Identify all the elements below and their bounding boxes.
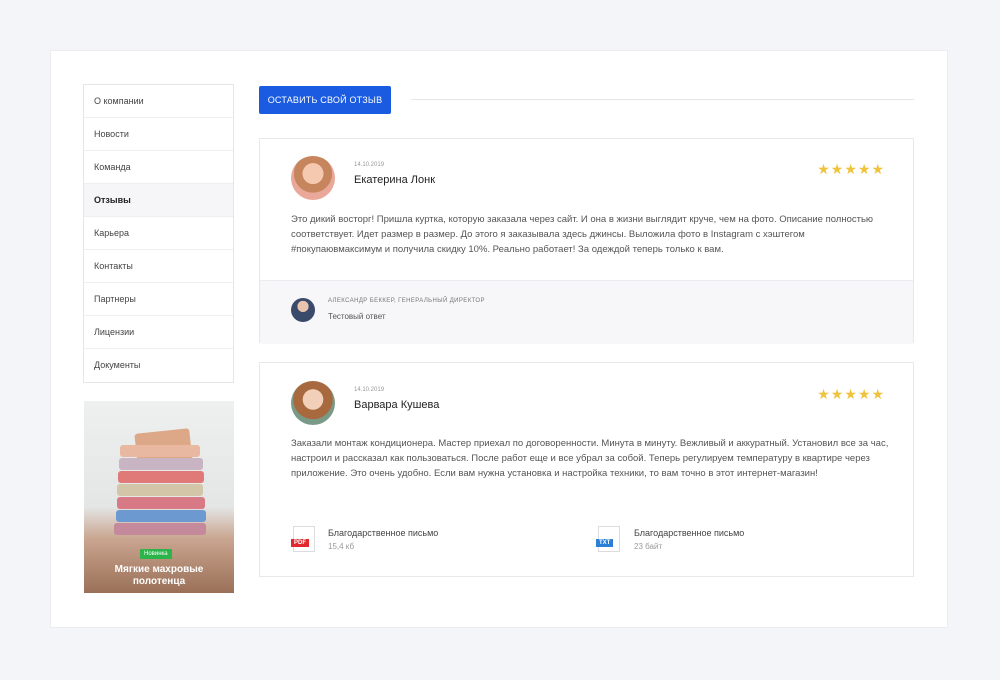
review-author: Варвара Кушева [354,399,440,411]
attachment-size: 15,4 кб [328,542,355,551]
pdf-file-icon: PDF [291,526,315,552]
sidebar-item-career[interactable]: Карьера [84,217,233,250]
avatar [291,156,335,200]
review-date: 14.10.2019 [354,162,385,168]
promo-banner[interactable]: Новинка Мягкие махровые полотенца [84,401,234,593]
review-author: Екатерина Лонк [354,174,436,186]
sidebar-menu: О компании Новости Команда Отзывы Карьер… [83,84,234,383]
rating-stars: ★★★★★ [817,161,885,177]
rating-stars: ★★★★★ [817,386,885,402]
reply-text: Тестовый ответ [328,312,386,321]
avatar [291,381,335,425]
review-card: 14.10.2019 Варвара Кушева ★★★★★ Заказали… [259,362,914,577]
sidebar-item-documents[interactable]: Документы [84,349,233,382]
review-text: Это дикий восторг! Пришла куртка, котору… [291,214,874,255]
review-reply: Александр Беккер, генеральный директор Т… [260,280,913,344]
attachment-name: Благодарственное письмо [634,528,745,538]
txt-file-icon: TXT [596,526,620,552]
header-divider [411,99,914,100]
promo-title: Мягкие махровые полотенца [114,564,204,587]
new-badge: Новинка [140,549,172,559]
sidebar-item-team[interactable]: Команда [84,151,233,184]
sidebar-item-partners[interactable]: Партнеры [84,283,233,316]
sidebar-item-reviews[interactable]: Отзывы [84,184,233,217]
attachment-size: 23 байт [634,542,663,551]
sidebar-item-news[interactable]: Новости [84,118,233,151]
review-card: 14.10.2019 Екатерина Лонк ★★★★★ Это дики… [259,138,914,344]
sidebar-item-licenses[interactable]: Лицензии [84,316,233,349]
review-text: Заказали монтаж кондиционера. Мастер при… [291,438,889,479]
sidebar-item-about[interactable]: О компании [84,85,233,118]
leave-review-button[interactable]: Оставить свой отзыв [259,86,391,114]
review-date: 14.10.2019 [354,387,385,393]
sidebar-item-contacts[interactable]: Контакты [84,250,233,283]
reply-avatar [291,298,315,322]
attachment-name: Благодарственное письмо [328,528,439,538]
reply-author: Александр Беккер, генеральный директор [328,298,485,304]
